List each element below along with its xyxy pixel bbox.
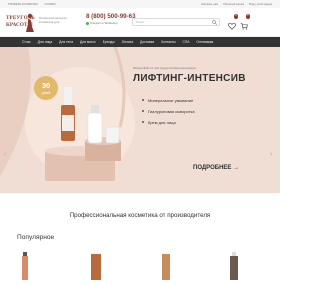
more-button[interactable]: ПОДРОБНЕЕ → xyxy=(193,165,239,171)
tagline: Профессиональная косметика для... xyxy=(39,16,67,24)
login-link[interactable]: Вход | регистрация xyxy=(249,3,272,6)
banner-title: ЛИФТИНГ-ИНТЕНСИВ xyxy=(133,73,246,84)
search-icon[interactable] xyxy=(212,20,217,25)
nav-item-delivery[interactable]: Доставка xyxy=(140,40,154,44)
banner-item: Крем для лица xyxy=(142,120,176,125)
nav-item-wholesale[interactable]: Оптовикам xyxy=(196,40,213,44)
header: ТРЕУГОЛЬ КРАСОТЫ Профессиональная космети… xyxy=(0,8,280,37)
favorites-button[interactable]: 0 xyxy=(228,14,238,30)
nav-item-about[interactable]: О нас xyxy=(22,40,31,44)
phone-block: 8 (800) 500-99-63 Telegram и WhatsApp xyxy=(86,13,136,25)
banner-item: Гиалуроновая сыворотка xyxy=(142,109,195,114)
popular-title: Популярное xyxy=(17,234,55,241)
slider-next-icon[interactable]: › xyxy=(270,151,272,158)
nav-item-body[interactable]: Для тела xyxy=(59,40,73,44)
cart-icon xyxy=(240,23,248,30)
top-bar: ТРЮФЕЛЬ КОСМЕТИКА ССЫЛКИ Написать нам Об… xyxy=(0,0,280,8)
product-image xyxy=(162,254,170,280)
nav-item-spa[interactable]: СПА xyxy=(182,40,189,44)
top-link[interactable]: ССЫЛКИ xyxy=(44,3,55,6)
cart-count: 0 xyxy=(245,14,250,19)
cart-button[interactable]: 0 xyxy=(240,14,250,30)
logo[interactable]: ТРЕУГОЛЬ КРАСОТЫ xyxy=(6,13,36,33)
product-thumb[interactable] xyxy=(228,252,240,285)
phone-number[interactable]: 8 (800) 500-99-63 xyxy=(86,13,136,20)
search-input[interactable]: Поиск xyxy=(132,18,220,26)
product-image xyxy=(22,252,28,280)
nav-item-contacts[interactable]: Контакты xyxy=(161,40,175,44)
promo-banner[interactable]: 30 дней ‹ › Физиум Фейс из трех продукто… xyxy=(0,47,280,193)
messenger-icon xyxy=(86,21,89,25)
nav-item-hair[interactable]: Для волос xyxy=(80,40,96,44)
nav-item-payment[interactable]: Оплата xyxy=(122,40,133,44)
banner-note: Физиум Фейс из трех продуктов Кератоинте… xyxy=(133,67,196,70)
arrow-right-icon: → xyxy=(231,165,240,171)
write-us-link[interactable]: Написать нам xyxy=(201,3,218,6)
product-thumb[interactable] xyxy=(90,252,102,285)
main-nav: О нас Для лица Для тела Для волос Бренды… xyxy=(0,37,280,47)
banner-item: Минеральное умывание xyxy=(141,98,194,103)
favorites-count: 0 xyxy=(233,14,238,19)
product-image xyxy=(230,252,238,280)
product-thumb[interactable] xyxy=(20,252,30,285)
slider-prev-icon[interactable]: ‹ xyxy=(4,151,6,158)
nav-item-face[interactable]: Для лица xyxy=(38,40,52,44)
logo-figure-icon xyxy=(26,13,34,32)
product-thumb[interactable] xyxy=(160,252,172,285)
section-title: Профессиональная косметика от производит… xyxy=(69,212,211,219)
top-link[interactable]: ТРЮФЕЛЬ КОСМЕТИКА xyxy=(8,3,38,6)
callback-link[interactable]: Обратный звонок xyxy=(223,3,244,6)
heart-icon xyxy=(228,22,236,30)
days-sticker: 30 дней xyxy=(34,76,58,100)
nav-item-brands[interactable]: Бренды xyxy=(103,40,115,44)
product-image xyxy=(91,254,101,280)
